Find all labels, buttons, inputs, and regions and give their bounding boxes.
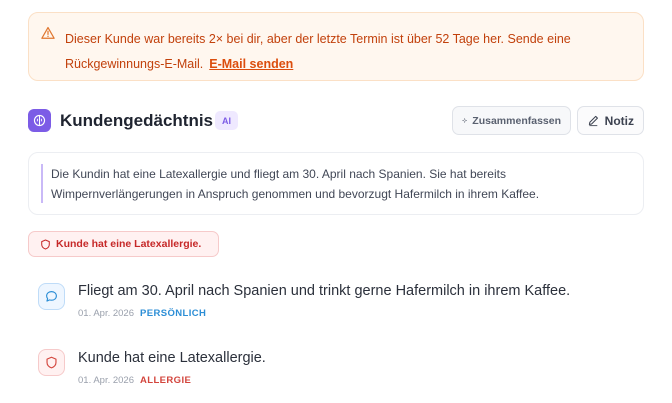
section-title: Kundengedächtnis xyxy=(60,111,214,130)
memory-tag: PERSÖNLICH xyxy=(140,308,207,319)
memory-tag: ALLERGIE xyxy=(140,375,192,386)
shield-icon xyxy=(46,356,57,369)
note-button[interactable]: Notiz xyxy=(577,106,644,135)
sparkle-icon xyxy=(462,117,468,124)
memory-meta: 01. Apr. 2026 ALLERGIE xyxy=(78,375,191,386)
memory-icon-personal xyxy=(38,283,65,310)
memory-text: Kunde hat eine Latexallergie. xyxy=(78,350,266,366)
shield-icon xyxy=(41,239,50,250)
chat-bubble-icon xyxy=(46,291,57,302)
note-label: Notiz xyxy=(604,113,634,128)
memory-meta: 01. Apr. 2026 PERSÖNLICH xyxy=(78,308,206,319)
alert-message: Dieser Kunde war bereits 2× bei dir, abe… xyxy=(65,27,631,77)
memory-date: 01. Apr. 2026 xyxy=(78,375,134,386)
memory-date: 01. Apr. 2026 xyxy=(78,308,134,319)
alert-text: Dieser Kunde war bereits 2× bei dir, abe… xyxy=(65,32,571,71)
memory-icon-allergy xyxy=(38,349,65,376)
ai-summary: Die Kundin hat eine Latexallergie und fl… xyxy=(28,152,644,215)
summary-accent-bar xyxy=(41,164,43,203)
summarize-label: Zusammenfassen xyxy=(472,114,561,127)
memory-text: Fliegt am 30. April nach Spanien und tri… xyxy=(78,283,571,299)
warning-triangle-icon xyxy=(41,26,55,39)
memory-logo xyxy=(28,109,51,132)
brain-icon xyxy=(33,114,46,127)
allergy-chip: Kunde hat eine Latexallergie. xyxy=(28,231,219,257)
allergy-chip-label: Kunde hat eine Latexallergie. xyxy=(56,238,202,250)
summary-text: Die Kundin hat eine Latexallergie und fl… xyxy=(51,167,540,201)
reactivation-alert: Dieser Kunde war bereits 2× bei dir, abe… xyxy=(28,12,644,81)
ai-badge: AI xyxy=(215,111,238,130)
summarize-button[interactable]: Zusammenfassen xyxy=(452,106,571,135)
send-email-link[interactable]: E-Mail senden xyxy=(209,57,293,71)
pencil-icon xyxy=(588,115,598,127)
